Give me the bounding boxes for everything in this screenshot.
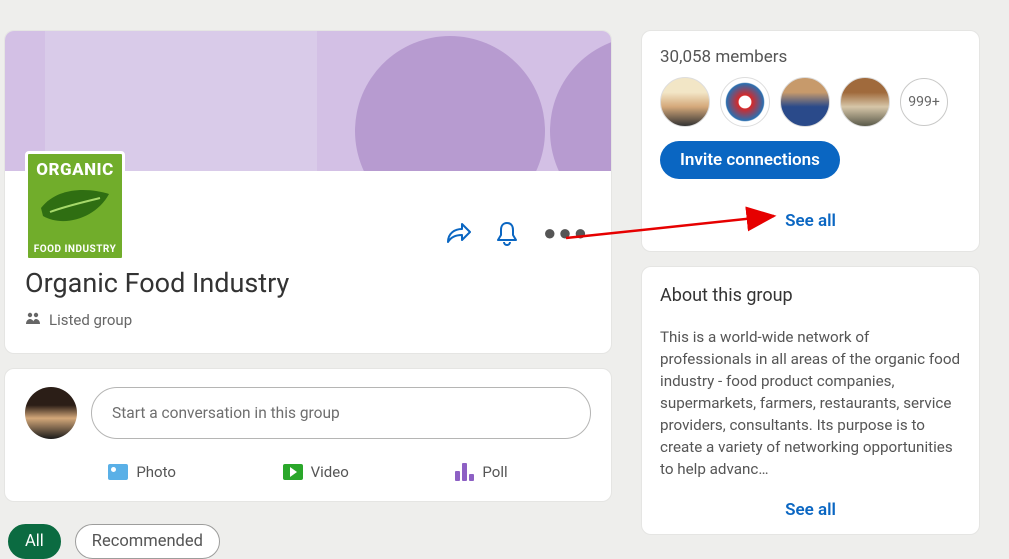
logo-text-top: ORGANIC — [30, 160, 120, 180]
member-avatar[interactable] — [720, 77, 770, 127]
members-card: 30,058 members 999+ Invite connections S… — [641, 30, 980, 252]
start-post-placeholder: Start a conversation in this group — [112, 404, 340, 422]
video-button[interactable]: Video — [273, 457, 359, 487]
members-count: 30,058 members — [660, 47, 961, 67]
photo-label: Photo — [136, 463, 176, 481]
share-icon[interactable] — [445, 223, 471, 245]
invite-connections-button[interactable]: Invite connections — [660, 141, 840, 179]
member-avatar[interactable] — [840, 77, 890, 127]
about-card: About this group This is a world-wide ne… — [641, 266, 980, 535]
poll-label: Poll — [482, 463, 507, 481]
member-avatar[interactable] — [660, 77, 710, 127]
photo-icon — [108, 464, 128, 480]
poll-button[interactable]: Poll — [445, 457, 517, 487]
video-label: Video — [311, 463, 349, 481]
member-avatar[interactable] — [780, 77, 830, 127]
cover-image — [5, 31, 611, 171]
about-heading: About this group — [660, 285, 961, 306]
logo-text-bottom: FOOD INDUSTRY — [34, 244, 117, 255]
feed-filter-row: All Recommended — [4, 524, 612, 559]
group-title: Organic Food Industry — [25, 267, 611, 299]
about-see-all-link[interactable]: See all — [660, 500, 961, 520]
listed-text: Listed group — [49, 311, 132, 329]
member-overflow[interactable]: 999+ — [900, 78, 948, 126]
video-icon — [283, 464, 303, 480]
listed-group-label: Listed group — [25, 311, 611, 329]
photo-button[interactable]: Photo — [98, 457, 186, 487]
group-header-card: ORGANIC FOOD INDUSTRY ●●● Organic Food I… — [4, 30, 612, 354]
poll-icon — [455, 463, 474, 481]
about-body: This is a world-wide network of professi… — [660, 326, 961, 480]
start-post-input[interactable]: Start a conversation in this group — [91, 387, 591, 439]
group-logo[interactable]: ORGANIC FOOD INDUSTRY — [25, 151, 125, 261]
people-icon — [25, 311, 41, 329]
user-avatar[interactable] — [25, 387, 77, 439]
member-avatars: 999+ — [660, 77, 961, 127]
start-post-card: Start a conversation in this group Photo… — [4, 368, 612, 502]
leaf-icon — [38, 184, 112, 230]
members-see-all-link[interactable]: See all — [660, 211, 961, 231]
filter-recommended[interactable]: Recommended — [75, 524, 220, 559]
bell-icon[interactable] — [495, 221, 519, 247]
filter-all[interactable]: All — [8, 524, 61, 559]
